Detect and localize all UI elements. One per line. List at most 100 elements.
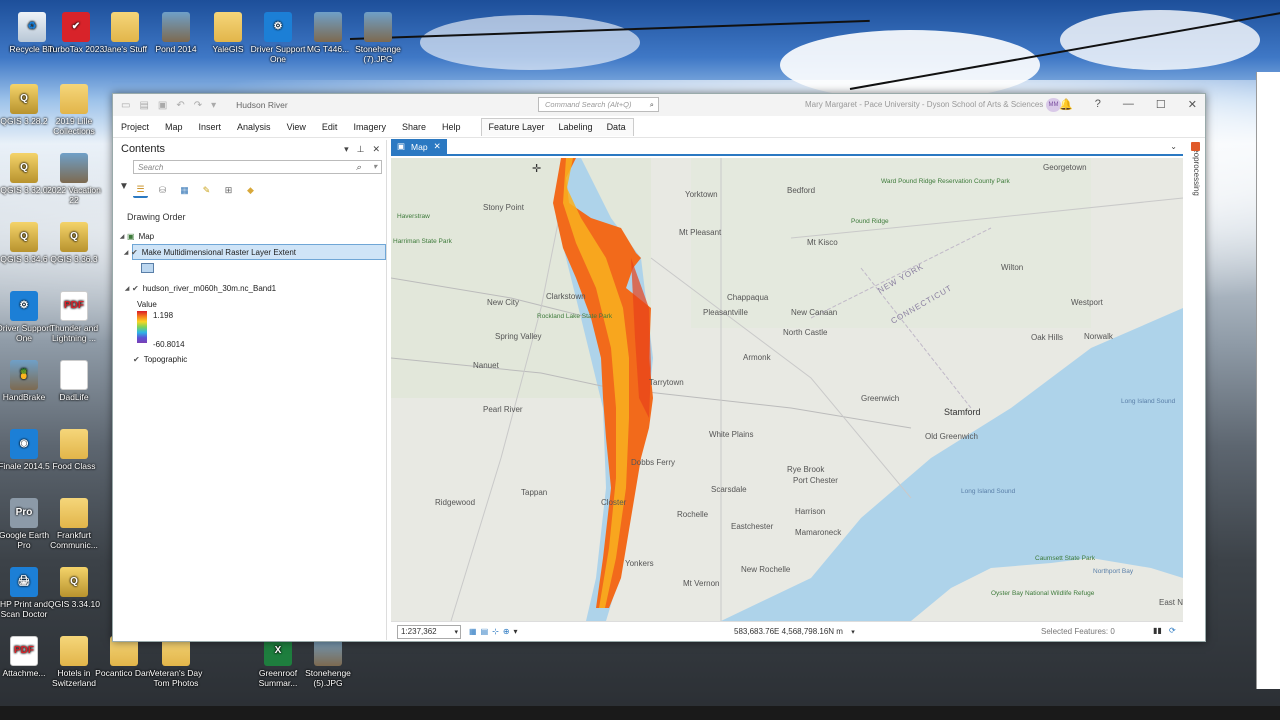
map-node[interactable]: ◢ ▣ Map bbox=[117, 228, 386, 244]
layer-row[interactable]: ◢ ✔ Make Multidimensional Raster Layer E… bbox=[124, 244, 386, 260]
close-button[interactable]: ✕ bbox=[1188, 98, 1197, 111]
navigator-icon[interactable]: ⊹ bbox=[492, 627, 499, 636]
pin-icon[interactable]: ⊥ bbox=[357, 144, 365, 155]
customize-icon[interactable]: ▾ bbox=[211, 100, 216, 111]
map-place-label: Closter bbox=[601, 498, 627, 507]
tab-share[interactable]: Share bbox=[394, 122, 434, 132]
desktop-icon-image: Q bbox=[10, 84, 38, 114]
notifications-icon[interactable]: 🔔 bbox=[1059, 98, 1073, 111]
chevron-down-icon[interactable]: ▾ bbox=[851, 629, 855, 636]
tab-feature-layer[interactable]: Feature Layer bbox=[482, 122, 552, 132]
tab-labeling[interactable]: Labeling bbox=[552, 122, 600, 132]
layer-row[interactable]: ✔ Topographic bbox=[117, 351, 386, 367]
tab-insert[interactable]: Insert bbox=[191, 122, 230, 132]
contents-view-toolbar: ☰ ⛁ ▦ ✎ ⊞ ◆ bbox=[133, 180, 386, 200]
desktop-icon[interactable]: DadLife bbox=[42, 360, 106, 402]
map-options-icon[interactable]: ▾ bbox=[514, 627, 518, 636]
close-tab-icon[interactable]: ✕ bbox=[434, 141, 441, 152]
tab-map[interactable]: Map bbox=[157, 122, 191, 132]
desktop-icon[interactable]: Q QGIS 3.34.10 bbox=[42, 567, 106, 609]
wallpaper-cloud bbox=[1060, 10, 1260, 70]
desktop-icon[interactable]: Q QGIS 3.36.3 bbox=[42, 222, 106, 264]
tab-help[interactable]: Help bbox=[434, 122, 469, 132]
desktop-icon-image: PDF bbox=[60, 291, 88, 321]
desktop-icon[interactable]: Food Class bbox=[42, 429, 106, 471]
minimize-button[interactable]: — bbox=[1123, 98, 1134, 111]
open-project-icon[interactable]: ▤ bbox=[139, 100, 148, 111]
coordinates-value: 583,683.76E 4,568,798.16N m bbox=[734, 627, 843, 636]
map-tab[interactable]: ▣ Map ✕ bbox=[391, 139, 447, 154]
desktop-icon[interactable]: PDF Thunder and Lightning ... bbox=[42, 291, 106, 343]
map-place-label: Westport bbox=[1071, 298, 1103, 307]
chevron-down-icon: ▾ bbox=[454, 628, 458, 636]
scale-selector[interactable]: 1:237,362 ▾ bbox=[397, 624, 461, 639]
command-search-input[interactable]: Command Search (Alt+Q) ⌕ bbox=[538, 97, 659, 112]
tab-analysis[interactable]: Analysis bbox=[229, 122, 279, 132]
collapse-caret-icon[interactable]: ◢ bbox=[117, 233, 127, 240]
list-by-source-icon[interactable]: ⛁ bbox=[155, 183, 170, 198]
tab-overflow-icon[interactable]: ⌄ bbox=[1170, 142, 1177, 151]
map-place-label: Norwalk bbox=[1084, 332, 1113, 341]
maximize-button[interactable]: ☐ bbox=[1156, 98, 1166, 111]
snapping-icon[interactable]: ⊕ bbox=[503, 627, 510, 636]
list-by-selection-icon[interactable]: ▦ bbox=[177, 183, 192, 198]
visibility-checkbox[interactable]: ✔ bbox=[132, 284, 139, 293]
undo-icon[interactable]: ↶ bbox=[176, 100, 184, 111]
contents-search-placeholder: Search bbox=[138, 162, 164, 172]
grid-icon[interactable]: ▤ bbox=[481, 627, 489, 636]
tab-imagery[interactable]: Imagery bbox=[345, 122, 394, 132]
tab-edit[interactable]: Edit bbox=[314, 122, 346, 132]
map-place-label: New City bbox=[487, 298, 520, 307]
tab-data[interactable]: Data bbox=[600, 122, 633, 132]
new-project-icon[interactable]: ▭ bbox=[121, 100, 130, 111]
search-options-icon[interactable]: ▾ bbox=[373, 162, 377, 171]
list-by-snapping-icon[interactable]: ⊞ bbox=[221, 183, 236, 198]
desktop-icon[interactable]: Stonehenge (5).JPG bbox=[296, 636, 360, 688]
collapse-caret-icon[interactable]: ◢ bbox=[122, 285, 132, 292]
taskbar bbox=[0, 706, 1280, 720]
list-by-editing-icon[interactable]: ✎ bbox=[199, 183, 214, 198]
status-bar: 1:237,362 ▾ ▦ ▤ ⊹ ⊕ ▾ 583,683.76E 4,568,… bbox=[391, 621, 1183, 641]
pane-options-icon[interactable]: ▾ bbox=[344, 144, 349, 155]
map-place-label: Ridgewood bbox=[435, 498, 476, 507]
desktop-icon[interactable]: Stonehenge (7).JPG bbox=[346, 12, 410, 64]
desktop-icon[interactable]: 2022 Vacation 22 bbox=[42, 153, 106, 205]
save-icon[interactable]: ▣ bbox=[158, 100, 167, 111]
project-name[interactable]: Hudson River bbox=[236, 100, 288, 110]
filter-icon[interactable]: ▼ bbox=[119, 181, 129, 192]
search-icon: ⌕ bbox=[355, 162, 361, 172]
map-place-label: Harriman State Park bbox=[393, 238, 452, 245]
map-place-label: Bedford bbox=[787, 186, 816, 195]
visibility-checkbox[interactable]: ✔ bbox=[131, 248, 138, 257]
help-icon[interactable]: ? bbox=[1095, 98, 1101, 111]
desktop-icon-label: Thunder and Lightning ... bbox=[49, 323, 99, 343]
list-by-drawing-order-icon[interactable]: ☰ bbox=[133, 183, 148, 198]
selected-features-count[interactable]: Selected Features: 0 bbox=[1041, 627, 1115, 636]
drawing-order-heading: Drawing Order bbox=[127, 212, 186, 222]
map-tab-strip: ▣ Map ✕ ⌄ bbox=[391, 139, 1183, 156]
fixed-zoom-icon[interactable]: ▦ bbox=[469, 627, 477, 636]
layer-row[interactable]: ◢ ✔ hudson_river_m060h_30m.nc_Band1 bbox=[117, 280, 386, 296]
map-view[interactable]: ✛ Stony Point Haverstraw New City Clarkstow… bbox=[391, 158, 1183, 621]
desktop-icon[interactable]: 2019 Lille Collections bbox=[42, 84, 106, 136]
collapse-caret-icon[interactable]: ◢ bbox=[121, 249, 131, 256]
map-place-label: Wilton bbox=[1001, 263, 1024, 272]
desktop-icon-label: 2019 Lille Collections bbox=[53, 116, 95, 136]
quick-access-toolbar: ▭ ▤ ▣ ↶ ↷ ▾ bbox=[121, 100, 216, 111]
visibility-checkbox[interactable]: ✔ bbox=[133, 355, 140, 364]
contents-search-input[interactable]: Search ⌕ ▾ bbox=[133, 160, 382, 174]
layer-symbol-row[interactable] bbox=[117, 260, 386, 276]
desktop-icon-image: ♻ bbox=[18, 12, 46, 42]
polygon-symbol-icon bbox=[141, 263, 154, 273]
desktop-icon[interactable]: Veteran's Day Tom Photos bbox=[144, 636, 208, 688]
tab-project[interactable]: Project bbox=[113, 122, 157, 132]
list-by-labeling-icon[interactable]: ◆ bbox=[243, 183, 258, 198]
pause-drawing-icon[interactable]: ▮▮ bbox=[1153, 626, 1162, 635]
desktop-icon-image: Pro bbox=[10, 498, 38, 528]
map-place-label: East Norwalk bbox=[1159, 598, 1183, 607]
desktop-icon[interactable]: Frankfurt Communic... bbox=[42, 498, 106, 550]
tab-view[interactable]: View bbox=[279, 122, 314, 132]
refresh-icon[interactable]: ⟳ bbox=[1169, 626, 1176, 635]
close-pane-icon[interactable]: ✕ bbox=[372, 144, 380, 155]
redo-icon[interactable]: ↷ bbox=[194, 100, 202, 111]
